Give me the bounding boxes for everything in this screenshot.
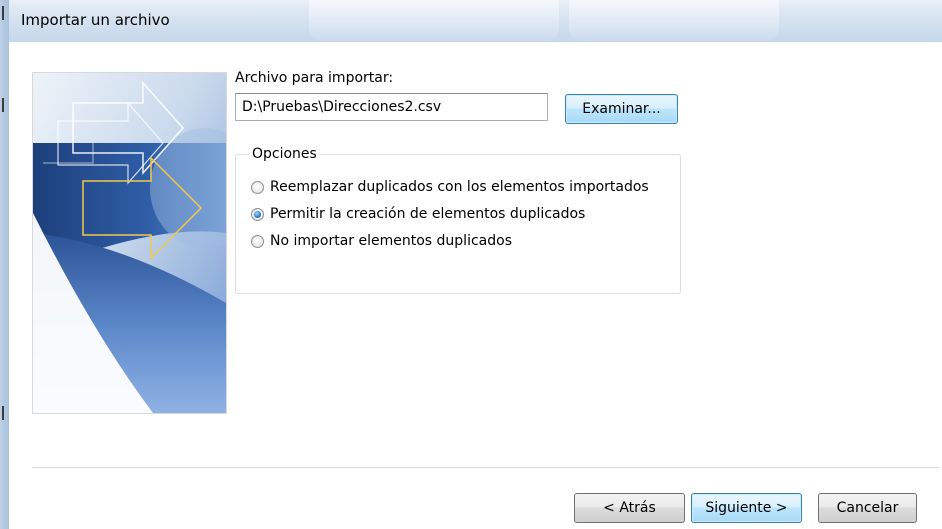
next-button[interactable]: Siguiente > [691, 493, 802, 523]
radio-option-skip-duplicates[interactable]: No importar elementos duplicados [251, 231, 512, 251]
options-legend: Opciones [249, 146, 320, 162]
dialog-client-area: Archivo para importar: Examinar... Opcio… [9, 42, 942, 529]
import-export-arrows-icon [32, 72, 227, 414]
window-title: Importar un archivo [21, 11, 170, 29]
frame-tick [2, 98, 4, 112]
radio-label[interactable]: No importar elementos duplicados [270, 233, 512, 249]
cancel-button[interactable]: Cancelar [818, 493, 917, 523]
footer-separator [32, 467, 939, 468]
options-groupbox [235, 154, 681, 294]
title-bar-glow [309, 0, 559, 42]
radio-label[interactable]: Permitir la creación de elementos duplic… [270, 206, 585, 222]
title-bar-glow [569, 0, 779, 42]
title-bar[interactable]: Importar un archivo [9, 0, 942, 42]
back-button[interactable]: < Atrás [574, 493, 685, 523]
file-path-label: Archivo para importar: [235, 70, 394, 86]
radio-button-selected[interactable] [251, 207, 264, 221]
frame-tick [2, 6, 4, 20]
radio-button[interactable] [251, 180, 264, 194]
radio-button[interactable] [251, 234, 264, 248]
window-left-frame [0, 0, 9, 529]
frame-tick [2, 406, 4, 420]
file-path-input[interactable] [235, 93, 548, 121]
radio-option-replace-duplicates[interactable]: Reemplazar duplicados con los elementos … [251, 177, 649, 197]
radio-label[interactable]: Reemplazar duplicados con los elementos … [270, 179, 649, 195]
radio-option-allow-duplicates[interactable]: Permitir la creación de elementos duplic… [251, 204, 585, 224]
browse-button[interactable]: Examinar... [565, 94, 678, 124]
